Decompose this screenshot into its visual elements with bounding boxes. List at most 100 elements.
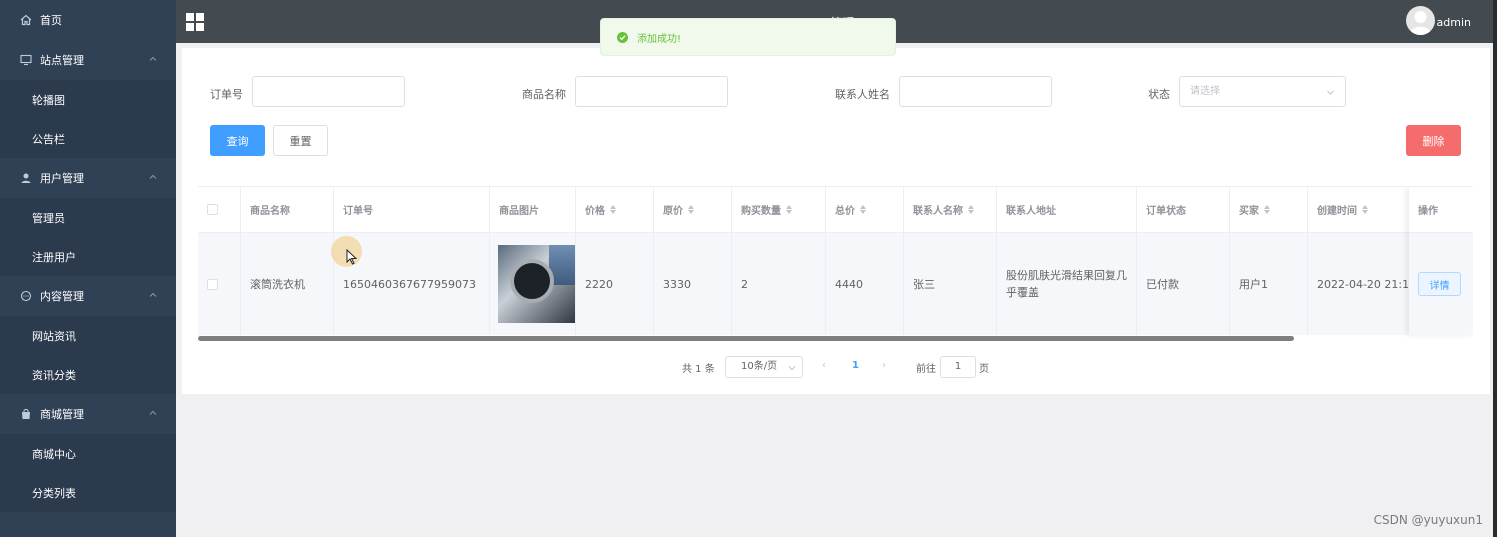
orders-table: 商品名称 订单号 商品图片 价格 原价 购买数量 总价 联系人名称 联系人地址 …	[198, 186, 1473, 342]
goto-suffix: 页	[979, 364, 989, 375]
cell-buyer: 用户1	[1230, 233, 1308, 335]
col-header-sortable[interactable]: 联系人名称	[904, 187, 997, 232]
delete-button[interactable]: 删除	[1406, 125, 1461, 156]
fixed-actions-column: 操作 详情	[1409, 187, 1473, 335]
sort-icon[interactable]	[860, 205, 866, 214]
col-header: 联系人地址	[997, 187, 1137, 232]
product-image[interactable]	[498, 245, 575, 323]
sidebar-group-content[interactable]: 内容管理	[0, 276, 176, 316]
sidebar-item-category-list[interactable]: 分类列表	[0, 473, 176, 512]
sidebar-group-users[interactable]: 用户管理	[0, 158, 176, 198]
sort-icon[interactable]	[610, 205, 616, 214]
col-header: 操作	[1409, 187, 1473, 233]
monitor-icon	[20, 54, 32, 66]
col-header-label: 总价	[835, 206, 855, 217]
col-header-label: 买家	[1239, 206, 1259, 217]
next-page-icon[interactable]: ›	[882, 360, 886, 371]
sidebar-item-carousel[interactable]: 轮播图	[0, 80, 176, 119]
pagination-total: 共 1 条	[682, 364, 715, 375]
goto-page-input[interactable]: 1	[940, 356, 976, 378]
page-size-value: 10条/页	[741, 361, 778, 372]
sidebar-group-mall[interactable]: 商城管理	[0, 394, 176, 434]
col-header-label: 原价	[663, 206, 683, 217]
status-select[interactable]: 请选择	[1179, 76, 1346, 107]
main-panel: 订单号 商品名称 联系人姓名 状态 请选择 查询 重置 删除 商品名称 订单号 …	[182, 48, 1490, 394]
home-icon	[20, 14, 32, 26]
sidebar-item-home[interactable]: 首页	[0, 0, 176, 40]
col-header-sortable[interactable]: 购买数量	[732, 187, 826, 232]
chevron-up-icon	[149, 292, 157, 297]
cell-price: 2220	[576, 233, 654, 335]
watermark: CSDN @yuyuxun1	[1373, 513, 1483, 527]
order-no-input[interactable]	[252, 76, 405, 107]
sidebar-item-label: 商城管理	[40, 408, 84, 421]
sort-icon[interactable]	[786, 205, 792, 214]
sidebar-item-label: 轮播图	[32, 93, 65, 107]
toast-message: 添加成功!	[637, 33, 682, 45]
sidebar: 首页 站点管理 轮播图 公告栏 用户管理 管理员 注册用户 内容管理 网站资讯 …	[0, 0, 176, 537]
cell-total: 4440	[826, 233, 904, 335]
contact-name-label: 联系人姓名	[835, 88, 890, 101]
sidebar-item-admins[interactable]: 管理员	[0, 198, 176, 237]
page-number[interactable]: 1	[852, 360, 859, 371]
table-row: 滚筒洗衣机 1650460367677959073 2220 3330 2 44…	[198, 233, 1473, 335]
row-checkbox[interactable]	[207, 278, 218, 290]
status-label: 状态	[1148, 88, 1170, 101]
bag-icon	[20, 408, 32, 420]
mouse-cursor-icon	[346, 249, 358, 265]
sort-icon[interactable]	[1264, 205, 1270, 214]
product-name-input[interactable]	[575, 76, 728, 107]
success-toast: 添加成功!	[600, 18, 896, 56]
col-header-sortable[interactable]: 总价	[826, 187, 904, 232]
col-header-sortable[interactable]: 价格	[576, 187, 654, 232]
sort-icon[interactable]	[1362, 205, 1368, 214]
sidebar-item-label: 内容管理	[40, 290, 84, 303]
chevron-down-icon	[788, 366, 796, 371]
sidebar-item-mall-center[interactable]: 商城中心	[0, 434, 176, 473]
avatar[interactable]	[1406, 6, 1435, 35]
sidebar-item-label: 注册用户	[32, 250, 76, 264]
cell-contact-name: 张三	[904, 233, 997, 335]
sort-icon[interactable]	[968, 205, 974, 214]
horizontal-scrollbar[interactable]	[198, 336, 1294, 341]
select-all-checkbox[interactable]	[207, 204, 218, 215]
sidebar-item-news[interactable]: 网站资讯	[0, 316, 176, 355]
username[interactable]: admin	[1437, 16, 1471, 29]
sidebar-item-label: 公告栏	[32, 132, 65, 146]
prev-page-icon[interactable]: ‹	[822, 360, 826, 371]
chevron-down-icon	[1327, 90, 1334, 95]
sidebar-item-notice[interactable]: 公告栏	[0, 119, 176, 158]
user-avatar-icon	[1409, 11, 1432, 35]
chevron-up-icon	[149, 56, 157, 61]
status-placeholder: 请选择	[1190, 86, 1220, 97]
query-button[interactable]: 查询	[210, 125, 265, 156]
col-header-sortable[interactable]: 买家	[1230, 187, 1308, 232]
sort-icon[interactable]	[688, 205, 694, 214]
sidebar-item-label: 用户管理	[40, 172, 84, 185]
sidebar-item-label: 分类列表	[32, 486, 76, 500]
col-header-sortable[interactable]: 创建时间	[1308, 187, 1418, 232]
order-no-label: 订单号	[210, 88, 243, 101]
cell-created-at: 2022-04-20 21:11:4	[1317, 277, 1418, 291]
sidebar-item-registered-users[interactable]: 注册用户	[0, 237, 176, 276]
reset-button[interactable]: 重置	[273, 125, 328, 156]
sidebar-group-site[interactable]: 站点管理	[0, 40, 176, 80]
cell-original-price: 3330	[654, 233, 732, 335]
contact-name-input[interactable]	[899, 76, 1052, 107]
sidebar-item-label: 管理员	[32, 211, 65, 225]
col-header-label: 联系人名称	[913, 206, 963, 217]
page-size-select[interactable]: 10条/页	[725, 356, 803, 378]
window-edge	[1493, 0, 1497, 537]
col-header: 订单状态	[1137, 187, 1230, 232]
col-header-sortable[interactable]: 原价	[654, 187, 732, 232]
col-header-label: 购买数量	[741, 206, 781, 217]
detail-button[interactable]: 详情	[1418, 272, 1461, 296]
sidebar-item-news-category[interactable]: 资讯分类	[0, 355, 176, 394]
cell-contact-address: 股份肌肤光滑结果回复几乎覆盖	[997, 233, 1137, 335]
chevron-up-icon	[149, 410, 157, 415]
chevron-up-icon	[149, 174, 157, 179]
select-all-cell	[198, 187, 241, 232]
table-header: 商品名称 订单号 商品图片 价格 原价 购买数量 总价 联系人名称 联系人地址 …	[198, 187, 1473, 233]
check-circle-icon	[617, 31, 628, 43]
actions-cell: 详情	[1409, 233, 1473, 335]
